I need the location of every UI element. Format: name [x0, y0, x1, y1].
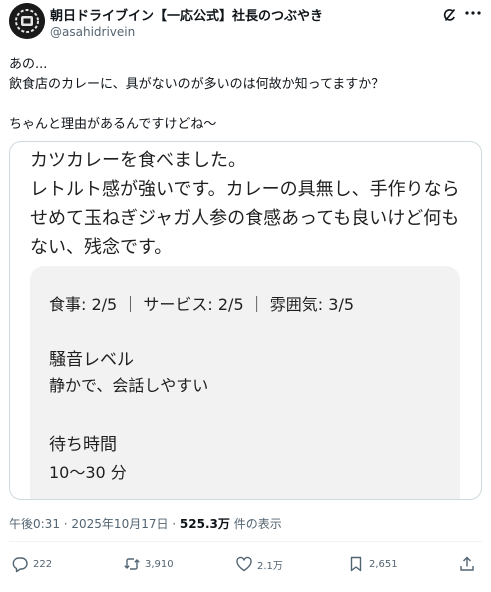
- wait-value: 10〜30 分: [49, 463, 127, 482]
- share-icon: [460, 556, 474, 571]
- repost-icon: [124, 558, 140, 570]
- grok-icon[interactable]: [442, 7, 458, 23]
- noise-value: 静かで、会話しやすい: [49, 376, 209, 395]
- views-count[interactable]: 525.3万: [180, 517, 230, 531]
- like-count: 2.1万: [257, 560, 283, 572]
- avatar[interactable]: [9, 3, 45, 39]
- reply-icon: [12, 557, 28, 573]
- review-text: カツカレーを食べました。 レトルト感が強いです。カレーの具無し、手作りならせめて…: [30, 150, 460, 258]
- author-handle[interactable]: @asahidrivein: [50, 25, 135, 39]
- bookmark-count: 2,651: [369, 558, 398, 570]
- like-button[interactable]: 2.1万: [235, 555, 283, 573]
- author-name[interactable]: 朝日ドライブイン【一応公式】社長のつぶやき: [50, 5, 323, 24]
- views-label: 件の表示: [229, 517, 282, 531]
- like-icon: [236, 556, 252, 572]
- attached-image-card[interactable]: カツカレーを食べました。 レトルト感が強いです。カレーの具無し、手作りならせめて…: [9, 141, 482, 500]
- reply-count: 222: [33, 558, 53, 570]
- bookmark-button[interactable]: 2,651: [347, 555, 398, 573]
- ratings-line: 食事: 2/5 ｜ サービス: 2/5 ｜ 雰囲気: 3/5: [49, 295, 355, 314]
- more-icon[interactable]: [463, 5, 483, 21]
- repost-count: 3,910: [145, 558, 174, 570]
- divider: [9, 541, 482, 542]
- repost-button[interactable]: 3,910: [123, 555, 174, 573]
- tweet-text: あの... 飲食店のカレーに、具がないのが多いのは何故か知ってますか？ ちゃんと…: [9, 57, 385, 132]
- wait-title: 待ち時間: [49, 435, 117, 455]
- avatar-logo-icon: [9, 3, 45, 39]
- timestamp[interactable]: 午後0:31 · 2025年10月17日 ·: [9, 517, 180, 531]
- noise-title: 騒音レベル: [49, 350, 134, 370]
- review-details-box: 食事: 2/5 ｜ サービス: 2/5 ｜ 雰囲気: 3/5 騒音レベル 静かで…: [30, 266, 460, 499]
- tweet-meta: 午後0:31 · 2025年10月17日 · 525.3万 件の表示: [9, 515, 282, 532]
- share-button[interactable]: [458, 555, 476, 573]
- reply-button[interactable]: 222: [11, 555, 52, 573]
- bookmark-icon: [350, 556, 362, 572]
